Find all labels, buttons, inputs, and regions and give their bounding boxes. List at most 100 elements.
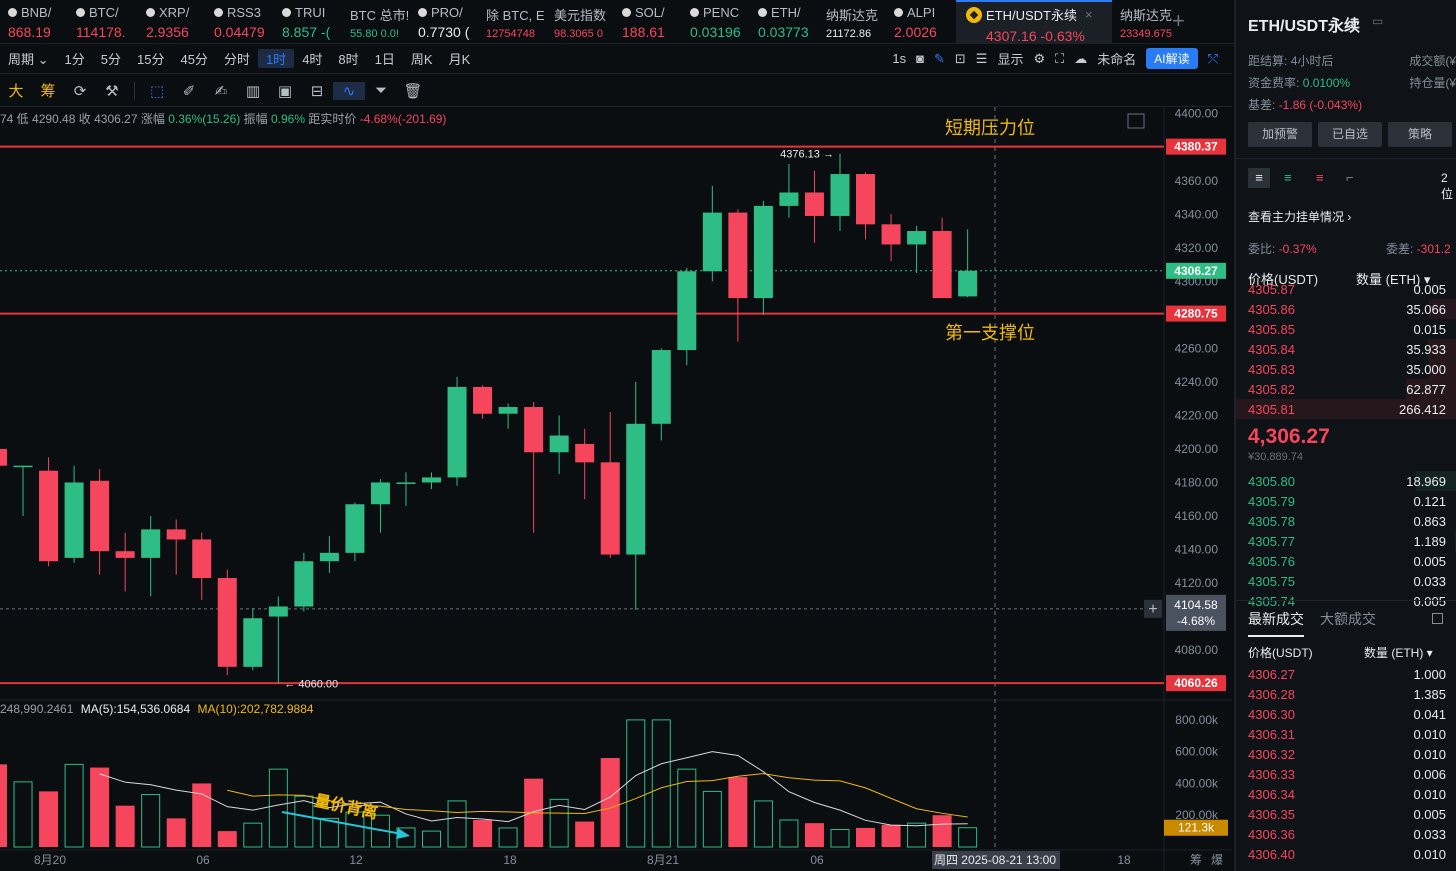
watchlist-button[interactable]: 已自选: [1318, 122, 1382, 147]
interval-1时[interactable]: 1时: [257, 49, 295, 68]
tool-big[interactable]: 大: [0, 80, 32, 101]
ticker-item[interactable]: SOL/188.61: [614, 0, 682, 43]
candle-body[interactable]: [39, 470, 59, 562]
interval-月K[interactable]: 月K: [441, 49, 479, 68]
orderbook-row[interactable]: 4305.77 1.189: [1236, 531, 1456, 551]
ticker-item[interactable]: ETH/0.03773: [750, 0, 818, 43]
layout-name[interactable]: 未命名: [1097, 49, 1136, 68]
menu-icon[interactable]: ☰: [976, 51, 988, 67]
ticker-item[interactable]: BNB/868.19: [0, 0, 68, 43]
orderbook-row[interactable]: 4305.76 0.005: [1236, 551, 1456, 571]
close-icon[interactable]: ×: [1085, 7, 1093, 22]
candle-body[interactable]: [447, 386, 467, 478]
tab-large-trades[interactable]: 大额成交: [1320, 609, 1376, 629]
candle-body[interactable]: [0, 448, 7, 466]
trades-qty-header[interactable]: 数量 (ETH) ▾: [1364, 644, 1433, 661]
candle-body[interactable]: [804, 192, 824, 216]
brush-icon[interactable]: ✍: [205, 82, 237, 100]
depth-link[interactable]: 查看主力挂单情况 ›: [1248, 208, 1351, 225]
candle-body[interactable]: [166, 529, 186, 540]
orderbook-bids-icon[interactable]: ≡: [1284, 170, 1292, 185]
orderbook-row[interactable]: 4305.87 0.005: [1236, 279, 1456, 299]
settings-icon[interactable]: ⚙: [1033, 51, 1045, 67]
popout-icon[interactable]: ▭: [1372, 14, 1383, 28]
ticker-item[interactable]: XRP/2.9356: [138, 0, 206, 43]
candle-body[interactable]: [115, 551, 135, 558]
candle-body[interactable]: [549, 435, 569, 453]
orderbook-row[interactable]: 4305.74 0.005: [1236, 591, 1456, 611]
candle-body[interactable]: [13, 465, 33, 468]
candle-body[interactable]: [830, 174, 850, 216]
candle-body[interactable]: [958, 270, 978, 297]
tool-chips[interactable]: 筹: [32, 80, 64, 101]
interval-45分[interactable]: 45分: [172, 49, 215, 68]
candle-body[interactable]: [600, 462, 620, 555]
candle-body[interactable]: [294, 561, 314, 607]
ticker-item[interactable]: 纳斯达克 23349.675: [1112, 0, 1174, 43]
edit-icon[interactable]: ⊟: [301, 82, 333, 100]
expand-icon[interactable]: [1127, 113, 1145, 129]
candle-body[interactable]: [422, 477, 442, 483]
depth-icon[interactable]: ⌐: [1346, 170, 1354, 185]
candle-body[interactable]: [243, 618, 263, 667]
ticker-item[interactable]: BTC/114178.: [68, 0, 138, 43]
candle-body[interactable]: [626, 423, 646, 555]
candle-body[interactable]: [217, 577, 237, 667]
candle-body[interactable]: [319, 552, 339, 562]
orderbook-row[interactable]: 4305.78 0.863: [1236, 511, 1456, 531]
candle-body[interactable]: [498, 407, 518, 414]
ticker-item[interactable]: BTC 总市! 55.80 0.0!: [342, 0, 410, 43]
add-tab-button[interactable]: +: [1172, 8, 1185, 34]
interval-分时[interactable]: 分时: [216, 49, 258, 68]
interval-8时[interactable]: 8时: [330, 49, 366, 68]
refresh-1s[interactable]: 1s: [892, 51, 906, 66]
ticker-item[interactable]: TRUI 8.857 -(: [274, 0, 342, 43]
magnet-icon[interactable]: ∿: [333, 81, 365, 100]
ticker-item[interactable]: 美元指数 98.3065 0: [546, 0, 614, 43]
lock-icon[interactable]: ▣: [269, 82, 301, 100]
candle-body[interactable]: [856, 174, 876, 225]
cursor-icon[interactable]: ⬚: [141, 82, 173, 100]
camera-icon[interactable]: ◙: [916, 51, 924, 66]
candle-body[interactable]: [268, 606, 288, 617]
orderbook-row[interactable]: 4305.84 35.933: [1236, 339, 1456, 359]
ticker-item[interactable]: 除 BTC, E 12754748: [478, 0, 546, 43]
sync-icon[interactable]: ⟳: [64, 82, 96, 100]
orderbook-row[interactable]: 4305.82 62.877: [1236, 379, 1456, 399]
orderbook-row[interactable]: 4305.80 18.969: [1236, 471, 1456, 491]
candle-body[interactable]: [64, 482, 84, 558]
candle-body[interactable]: [473, 386, 493, 414]
candle-body[interactable]: [90, 480, 110, 552]
candle-body[interactable]: [651, 350, 671, 424]
display-button[interactable]: 显示: [997, 49, 1023, 68]
filter-icon[interactable]: ⏷: [365, 82, 397, 99]
cloud-icon[interactable]: ☁: [1074, 51, 1087, 67]
candle-body[interactable]: [524, 407, 544, 453]
ticker-item[interactable]: RSS3 0.04479: [206, 0, 274, 43]
candle-body[interactable]: [141, 529, 161, 558]
add-alert-button[interactable]: 加预警: [1248, 122, 1312, 147]
interval-1分[interactable]: 1分: [57, 49, 93, 68]
pattern-icon[interactable]: ▥: [237, 82, 269, 100]
orderbook-row[interactable]: 4305.81 266.412: [1236, 399, 1456, 419]
candlestick-chart[interactable]: 4400.004380.004360.004340.004320.004300.…: [0, 107, 1232, 871]
layout-icon[interactable]: ⊡: [955, 51, 966, 67]
tab-latest-trades[interactable]: 最新成交: [1248, 609, 1304, 637]
orderbook-row[interactable]: 4305.85 0.015: [1236, 319, 1456, 339]
orderbook-row[interactable]: 4305.83 35.000: [1236, 359, 1456, 379]
candle-body[interactable]: [907, 231, 927, 245]
candle-body[interactable]: [779, 192, 799, 206]
candle-body[interactable]: [753, 205, 773, 299]
tab-eth-usdt-perp[interactable]: ETH/USDT永续 × 4307.16 -0.63%: [956, 0, 1112, 43]
trash-icon[interactable]: 🗑: [397, 82, 429, 100]
pencil-icon[interactable]: ✎: [934, 51, 945, 67]
fullscreen-icon[interactable]: ⛶: [1055, 51, 1064, 67]
orderbook-both-icon[interactable]: ≡: [1248, 168, 1270, 188]
ticker-item[interactable]: 纳斯达克 21172.86: [818, 0, 886, 43]
orderbook-row[interactable]: 4305.75 0.033: [1236, 571, 1456, 591]
interval-15分[interactable]: 15分: [129, 49, 172, 68]
ruler-icon[interactable]: ✐: [173, 82, 205, 100]
ticker-item[interactable]: ALPI 2.0026: [886, 0, 956, 43]
candle-body[interactable]: [881, 224, 901, 245]
interval-4时[interactable]: 4时: [294, 49, 330, 68]
